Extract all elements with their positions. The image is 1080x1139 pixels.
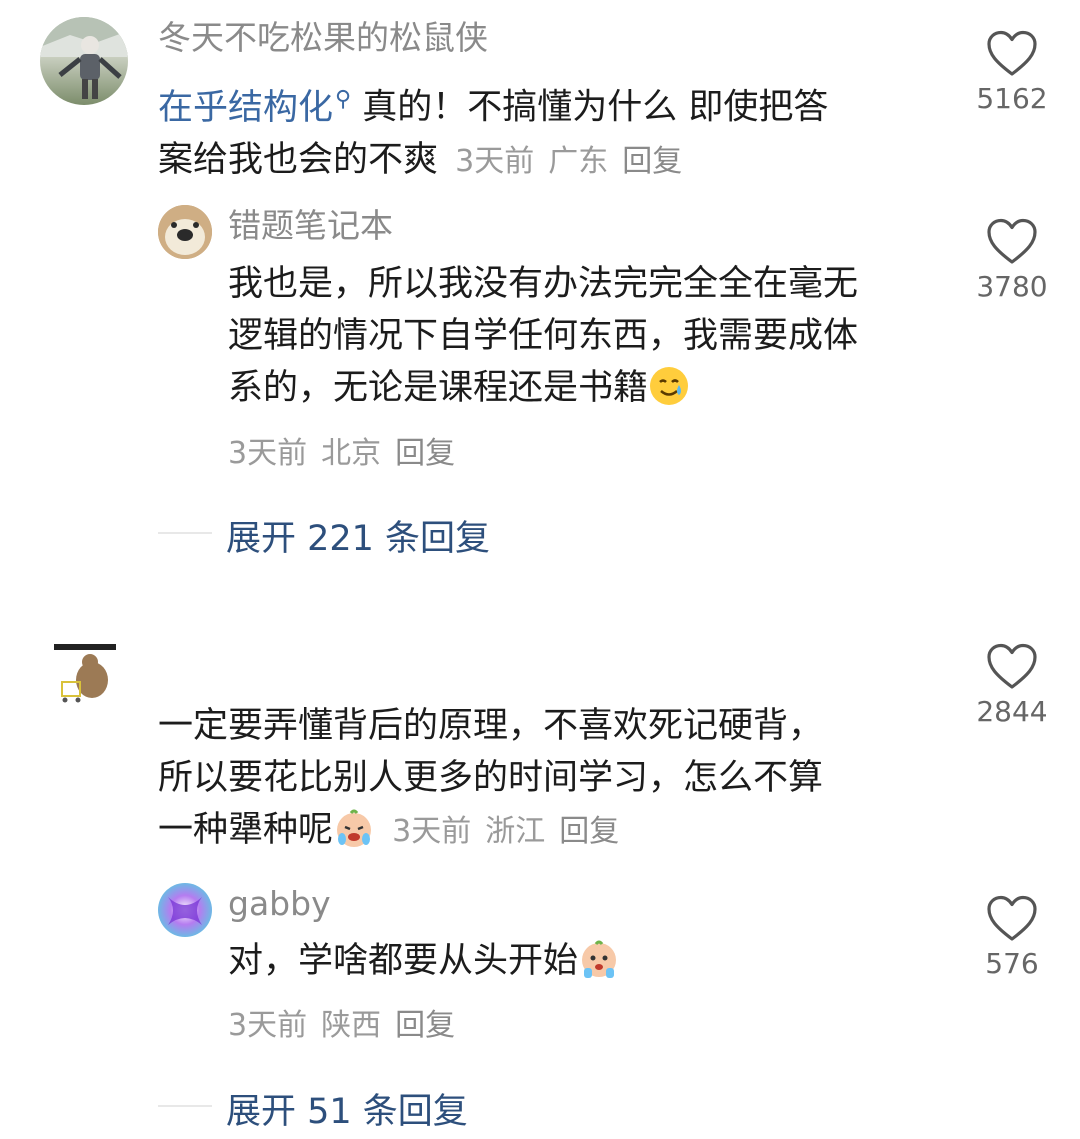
comment-location: 浙江 (485, 814, 546, 849)
comment-meta: 3天前 浙江 回复 (392, 814, 619, 849)
comment-text-line: 真的！不搞懂为什么 即使把答 (362, 87, 829, 128)
expand-divider (158, 532, 212, 534)
reply-username[interactable]: 错题笔记本 (228, 206, 393, 246)
heart-icon (987, 30, 1037, 76)
reply-text: 我也是，所以我没有办法完完全全在毫无 逻辑的情况下自学任何东西，我需要成体 系的… (228, 258, 948, 414)
shocked-baby-emoji (582, 940, 617, 978)
avatar[interactable] (40, 17, 128, 105)
like-count: 576 (985, 947, 1039, 980)
search-link[interactable]: 在乎结构化⚲ (158, 87, 352, 128)
reply-text-line: 对，学啥都要从头开始 (228, 941, 579, 981)
expand-replies-button[interactable]: 展开 51 条回复 (226, 1083, 468, 1134)
reply-meta: 3天前 陕西 回复 (228, 1000, 455, 1044)
avatar[interactable] (52, 640, 118, 706)
heart-icon (987, 643, 1037, 689)
like-button[interactable]: 2844 (967, 643, 1057, 728)
reply-text-line: 系的，无论是课程还是书籍 (228, 368, 649, 408)
reply-button[interactable]: 回复 (559, 814, 619, 849)
smiling-tear-emoji (650, 367, 689, 405)
comment-location: 广东 (548, 143, 609, 179)
reply-button[interactable]: 回复 (395, 1008, 455, 1043)
reply-text-line: 我也是，所以我没有办法完完全全在毫无 (228, 264, 859, 304)
comment-time: 3天前 (392, 814, 472, 849)
reply-time: 3天前 (228, 436, 308, 471)
like-button[interactable]: 3780 (967, 218, 1057, 303)
heart-icon (987, 895, 1037, 941)
reply-button[interactable]: 回复 (622, 144, 682, 179)
reply-username[interactable]: gabby (228, 884, 331, 924)
comment-meta: 3天前 广东 回复 (455, 144, 682, 179)
reply-location: 北京 (321, 436, 382, 471)
like-count: 3780 (976, 270, 1048, 303)
search-link-text[interactable]: 在乎结构化 (158, 88, 333, 128)
reply-text: 对，学啥都要从头开始 (228, 935, 948, 987)
comment-text: 一定要弄懂背后的原理，不喜欢死记硬背， 所以要花比别人更多的时间学习，怎么不算 … (158, 700, 948, 858)
reply-text-line: 逻辑的情况下自学任何东西，我需要成体 (228, 316, 859, 356)
avatar[interactable] (158, 205, 212, 259)
expand-replies-button[interactable]: 展开 221 条回复 (226, 510, 490, 561)
search-icon: ⚲ (335, 87, 352, 112)
reply-button[interactable]: 回复 (395, 436, 455, 471)
comment-time: 3天前 (455, 143, 535, 179)
like-button[interactable]: 5162 (967, 30, 1057, 115)
comment-username[interactable]: 冬天不吃松果的松鼠侠 (158, 18, 488, 58)
comment-text-line: 一种犟种呢 (158, 810, 334, 850)
crying-baby-emoji (337, 809, 372, 847)
comment-text-line: 案给我也会的不爽 (158, 139, 439, 180)
like-button[interactable]: 576 (967, 895, 1057, 980)
comment-text-line: 一定要弄懂背后的原理，不喜欢死记硬背， (158, 706, 824, 746)
reply-time: 3天前 (228, 1008, 308, 1043)
like-count: 2844 (976, 695, 1048, 728)
expand-divider (158, 1105, 212, 1107)
heart-icon (987, 218, 1037, 264)
comment-text: 在乎结构化⚲ 真的！不搞懂为什么 即使把答 案给我也会的不爽 3天前 广东 回复 (158, 74, 948, 188)
like-count: 5162 (976, 82, 1048, 115)
comment-text-line: 所以要花比别人更多的时间学习，怎么不算 (158, 758, 824, 798)
reply-location: 陕西 (321, 1008, 382, 1043)
reply-meta: 3天前 北京 回复 (228, 428, 455, 472)
avatar[interactable] (158, 883, 212, 937)
